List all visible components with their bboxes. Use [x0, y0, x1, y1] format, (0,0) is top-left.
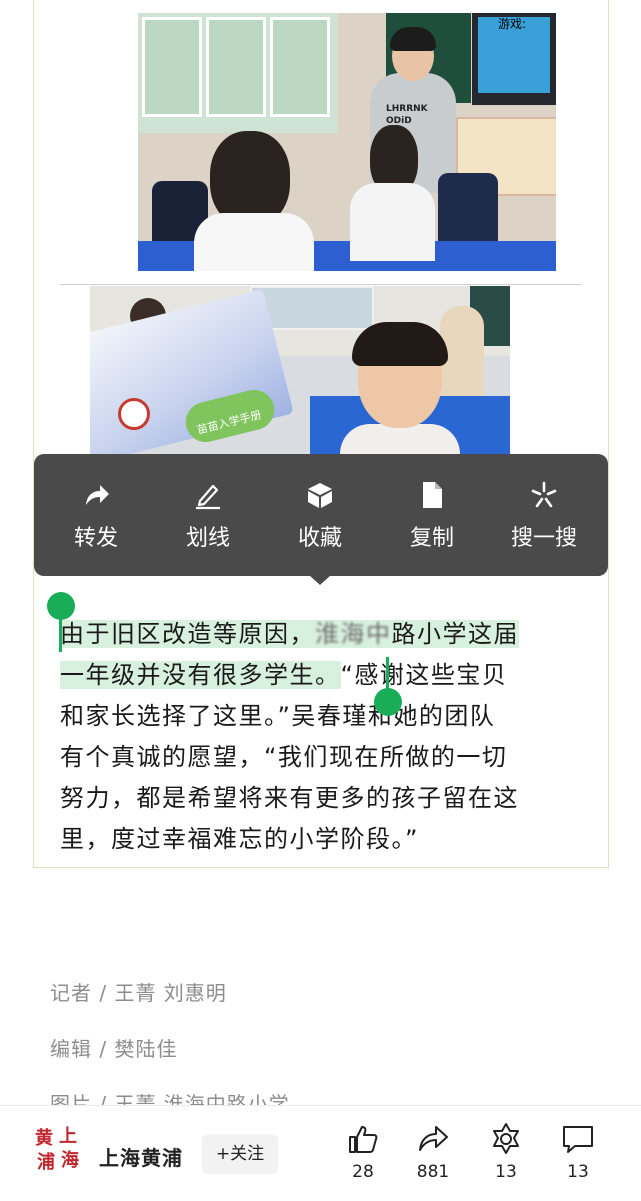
- article-line: 和家长选择了这里。”吴春瑾和她的团队: [60, 702, 496, 730]
- menu-pointer-arrow: [309, 575, 331, 585]
- article-paragraph[interactable]: 由于旧区改造等原因，淮海中路小学这届 一年级并没有很多学生。“感谢这些宝贝 和家…: [60, 614, 584, 860]
- wow-button[interactable]: 13: [476, 1122, 536, 1194]
- thumbs-up-icon: [349, 1126, 378, 1153]
- photo-divider: [60, 284, 582, 285]
- window: [138, 13, 338, 133]
- article-line: 一年级并没有很多学生。“感谢这些宝贝: [60, 655, 584, 696]
- favorite-cube-icon: [308, 483, 332, 508]
- comment-icon: [563, 1126, 593, 1153]
- menu-item-underline[interactable]: 划线: [158, 454, 258, 576]
- article-line: 努力，都是希望将来有更多的孩子留在这: [60, 784, 519, 812]
- logo-char: 上: [59, 1126, 77, 1147]
- share-count: 881: [416, 1162, 450, 1182]
- logo-char: 海: [61, 1150, 79, 1171]
- article-text-part: “感谢这些宝贝: [340, 661, 508, 689]
- forward-icon: [86, 485, 109, 505]
- student-body: [350, 183, 435, 261]
- copy-document-icon: [423, 482, 442, 508]
- logo-char: 浦: [37, 1152, 55, 1173]
- classroom-photo-teacher[interactable]: 游戏: LHRRNK ODiD: [138, 13, 556, 271]
- credit-reporter: 记者 / 王菁 刘惠明: [50, 981, 227, 1005]
- teacher-hair: [390, 27, 436, 51]
- menu-item-forward[interactable]: 转发: [46, 454, 146, 576]
- window-pane: [270, 17, 330, 117]
- redacted-text: 淮海中: [315, 620, 392, 648]
- menu-label-favorite: 收藏: [297, 526, 342, 551]
- like-button[interactable]: 28: [333, 1122, 393, 1194]
- comment-count: 13: [567, 1162, 589, 1182]
- article-line: 由于旧区改造等原因，淮海中路小学这届: [60, 614, 584, 655]
- menu-label-forward: 转发: [73, 526, 118, 551]
- selection-start-caret: [59, 616, 62, 652]
- account-logo[interactable]: 黄 上 浦 海: [33, 1126, 85, 1178]
- wow-count: 13: [495, 1162, 517, 1182]
- menu-label-underline: 划线: [185, 526, 230, 551]
- window-pane: [142, 17, 202, 117]
- comment-button[interactable]: 13: [548, 1122, 608, 1194]
- selected-text: 一年级并没有很多学生。: [60, 661, 341, 689]
- underline-pen-icon: [196, 484, 220, 510]
- like-count: 28: [352, 1162, 374, 1182]
- tv-text: 游戏:: [498, 17, 527, 31]
- account-name[interactable]: 上海黄浦: [99, 1142, 183, 1171]
- teacher-shirt-text: LHRRNK ODiD: [386, 104, 428, 126]
- logo-char: 黄: [35, 1128, 53, 1149]
- article-line: 有个真诚的愿望，“我们现在所做的一切: [60, 743, 508, 771]
- classroom-photo-girl-reading[interactable]: 苗苗入学手册: [90, 286, 510, 454]
- selected-text-part: 路小学这届: [391, 620, 519, 648]
- selected-text: 由于旧区改造等原因，淮海中路小学这届: [60, 620, 519, 648]
- menu-item-favorite[interactable]: 收藏: [270, 454, 370, 576]
- credit-editor: 编辑 / 樊陆佳: [50, 1037, 178, 1061]
- bottom-action-bar: 黄 上 浦 海 上海黄浦 +关注 28 881 13 13: [0, 1105, 641, 1201]
- share-button[interactable]: 881: [403, 1122, 463, 1194]
- selection-end-handle[interactable]: [374, 688, 402, 716]
- search-sparkle-icon: [531, 481, 557, 508]
- girl-hair: [352, 322, 448, 366]
- text-selection-menu: 转发 划线 收藏 复制 搜一搜: [34, 454, 608, 576]
- menu-item-copy[interactable]: 复制: [382, 454, 482, 576]
- school-logo-icon: [118, 398, 150, 430]
- menu-label-search: 搜一搜: [510, 526, 577, 551]
- student-body: [194, 213, 314, 271]
- menu-item-search[interactable]: 搜一搜: [494, 454, 594, 576]
- share-icon: [419, 1126, 448, 1151]
- selected-text-part: 由于旧区改造等原因，: [60, 620, 315, 648]
- menu-label-copy: 复制: [409, 526, 454, 551]
- wow-icon: [493, 1123, 519, 1154]
- window-pane: [206, 17, 266, 117]
- follow-button[interactable]: +关注: [202, 1134, 278, 1174]
- article-line: 里，度过幸福难忘的小学阶段。”: [60, 825, 419, 853]
- girl-body: [340, 424, 460, 454]
